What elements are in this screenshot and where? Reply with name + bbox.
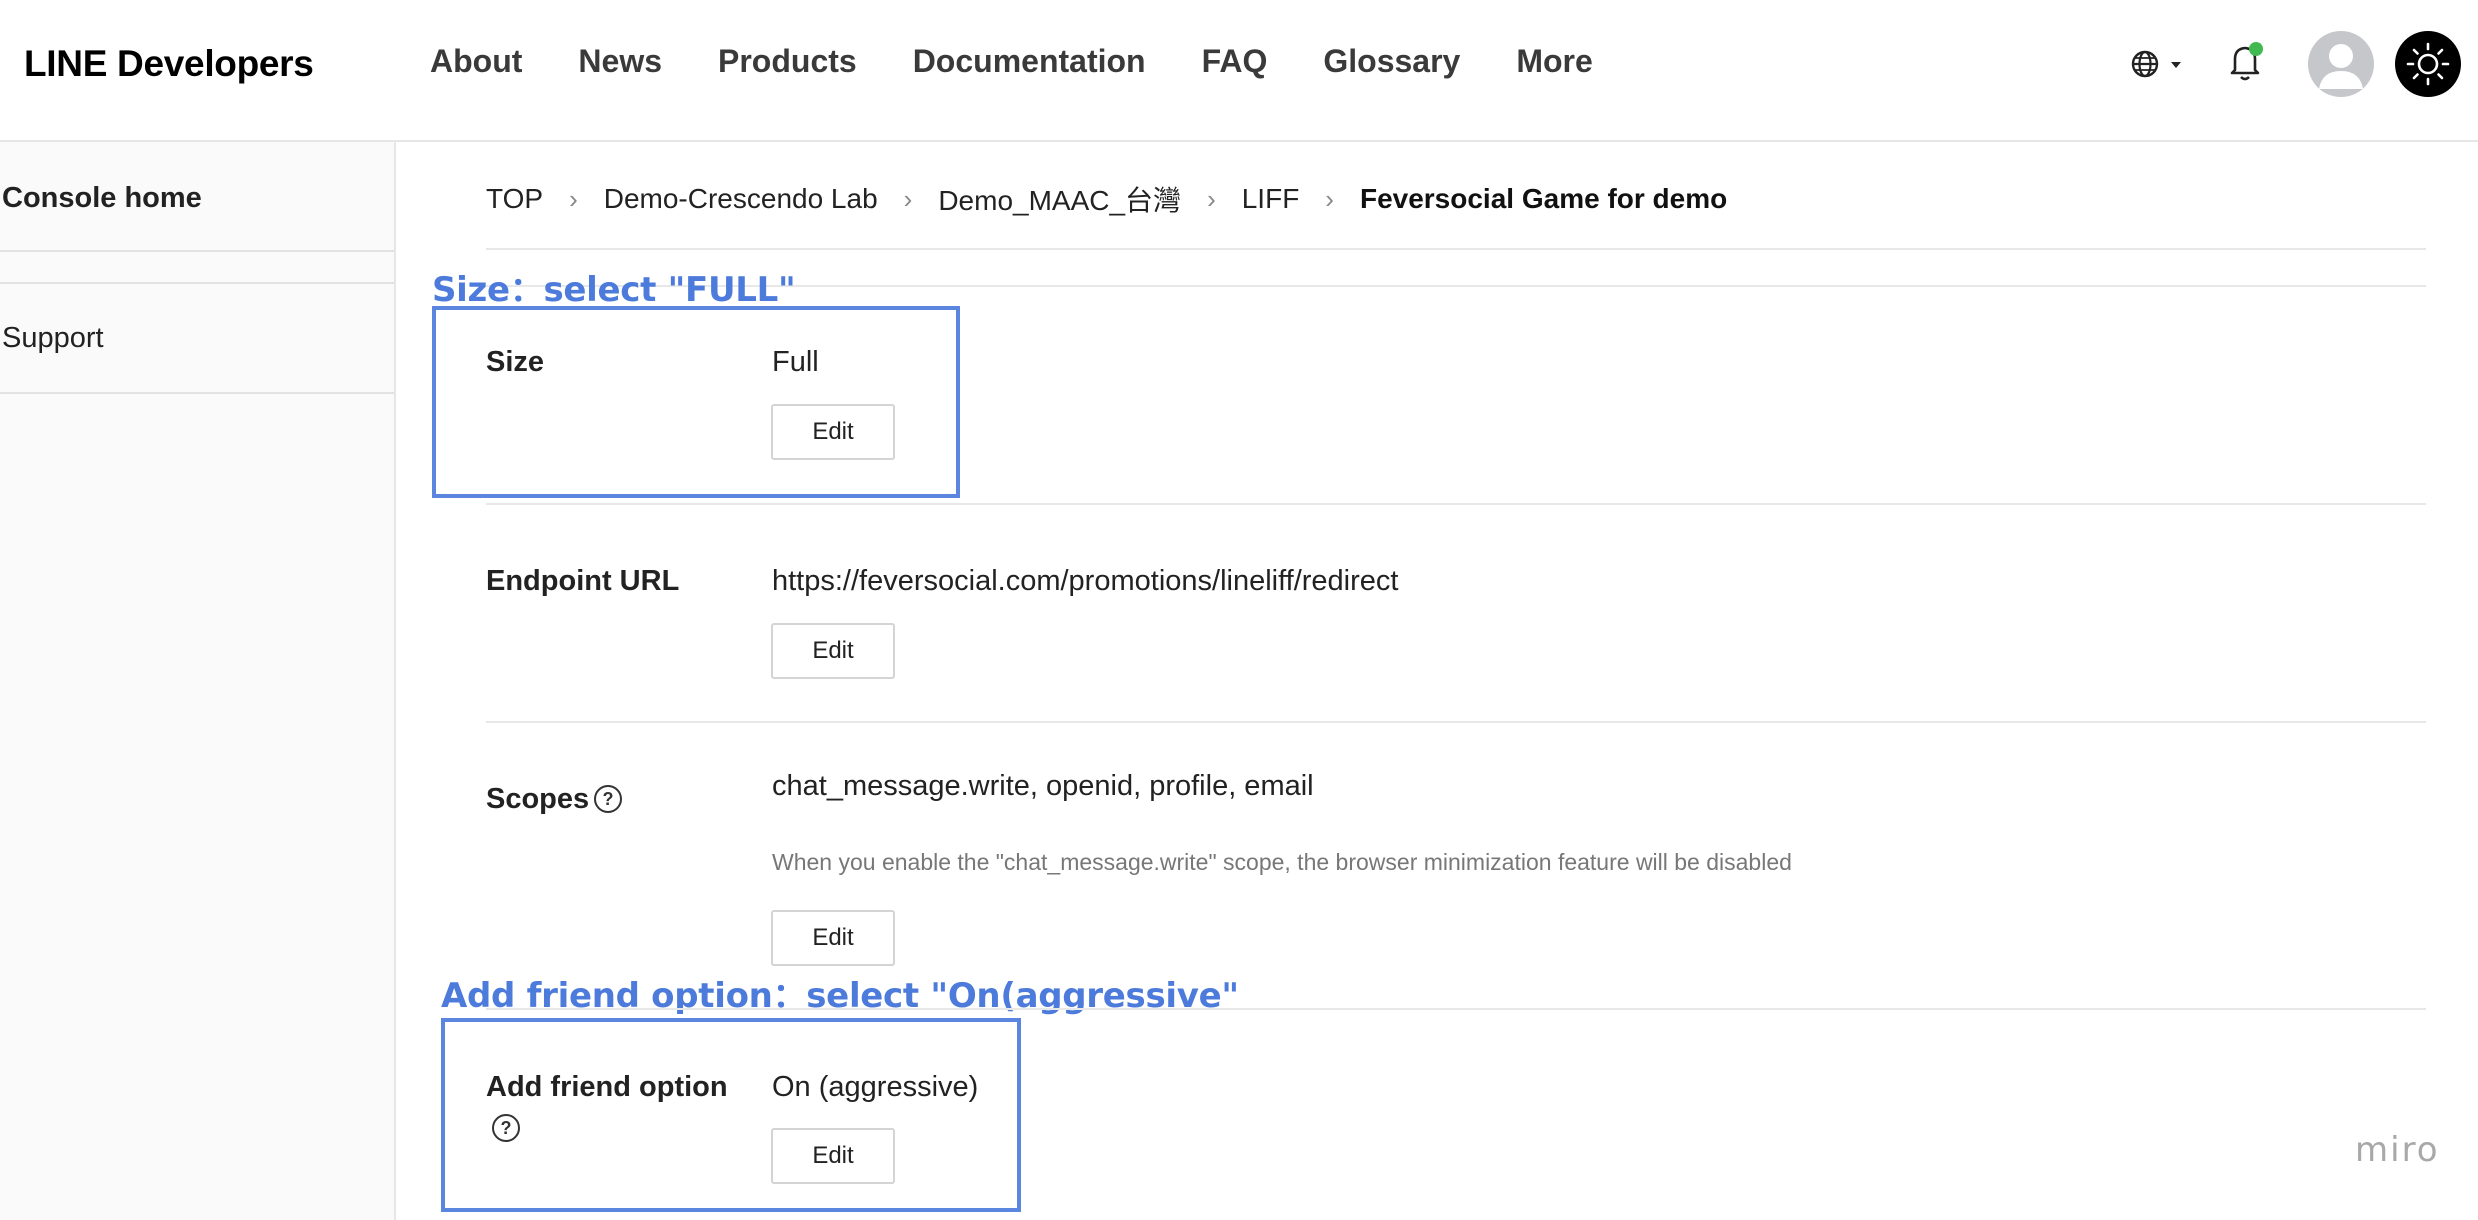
nav-faq[interactable]: FAQ [1202, 43, 1268, 80]
nav-products[interactable]: Products [718, 43, 857, 80]
annotation-size-box [432, 306, 960, 498]
size-label: Size [486, 346, 545, 378]
divider [486, 721, 2426, 723]
annotation-size-label: Size：select "FULL" [432, 270, 796, 310]
main-nav: About News Products Documentation FAQ Gl… [430, 43, 1649, 80]
notification-bell-icon[interactable] [2226, 40, 2266, 84]
add-friend-option-label: Add friend option [486, 1071, 728, 1103]
breadcrumb-top[interactable]: TOP [486, 183, 543, 215]
breadcrumb-channel[interactable]: Demo_MAAC_台灣 [938, 179, 1181, 219]
divider [486, 503, 2426, 505]
help-question-icon[interactable]: ? [492, 1114, 520, 1142]
divider [486, 1008, 2426, 1010]
sidebar: Console home Support [0, 142, 396, 1220]
nav-documentation[interactable]: Documentation [913, 43, 1146, 80]
nav-news[interactable]: News [578, 43, 662, 80]
scopes-label: Scopes [486, 783, 590, 815]
chevron-right-icon: › [1325, 183, 1334, 214]
sidebar-item-support[interactable]: Support [0, 322, 394, 355]
nav-more[interactable]: More [1516, 43, 1592, 80]
endpoint-edit-button[interactable]: Edit [771, 623, 895, 679]
user-avatar[interactable] [2308, 31, 2374, 97]
line-developers-logo[interactable]: LINE Developers [24, 43, 314, 85]
endpoint-url-value: https://feversocial.com/promotions/linel… [772, 565, 1399, 597]
scopes-edit-button[interactable]: Edit [771, 910, 895, 966]
add-friend-option-value: On (aggressive) [772, 1071, 979, 1103]
chevron-right-icon: › [1207, 183, 1216, 214]
top-header: LINE Developers About News Products Docu… [0, 0, 2478, 142]
theme-toggle-sun-icon[interactable] [2395, 31, 2461, 97]
chevron-down-icon [2171, 62, 2181, 68]
sidebar-divider [0, 282, 394, 284]
breadcrumb-current: Feversocial Game for demo [1359, 183, 1728, 214]
notification-dot [2249, 42, 2263, 56]
chevron-right-icon: › [569, 183, 578, 214]
miro-watermark: miro [2355, 1130, 2440, 1170]
scopes-note: When you enable the "chat_message.write"… [772, 849, 1792, 875]
size-value: Full [772, 346, 819, 378]
breadcrumb-liff[interactable]: LIFF [1242, 183, 1300, 215]
breadcrumb-provider[interactable]: Demo-Crescendo Lab [604, 183, 878, 215]
language-globe-icon[interactable] [2128, 46, 2192, 82]
add-friend-edit-button[interactable]: Edit [771, 1128, 895, 1184]
sidebar-divider [0, 250, 394, 252]
breadcrumb: TOP › Demo-Crescendo Lab › Demo_MAAC_台灣 … [486, 179, 1727, 219]
nav-about[interactable]: About [430, 43, 522, 80]
sidebar-item-console-home[interactable]: Console home [0, 182, 394, 215]
endpoint-url-label: Endpoint URL [486, 565, 680, 597]
scopes-value: chat_message.write, openid, profile, ema… [772, 770, 1314, 802]
size-edit-button[interactable]: Edit [771, 404, 895, 460]
help-question-icon[interactable]: ? [594, 785, 622, 813]
annotation-add-friend-box [441, 1018, 1021, 1212]
chevron-right-icon: › [903, 183, 913, 214]
sidebar-divider [0, 392, 394, 394]
divider [486, 248, 2426, 250]
nav-glossary[interactable]: Glossary [1323, 43, 1460, 80]
